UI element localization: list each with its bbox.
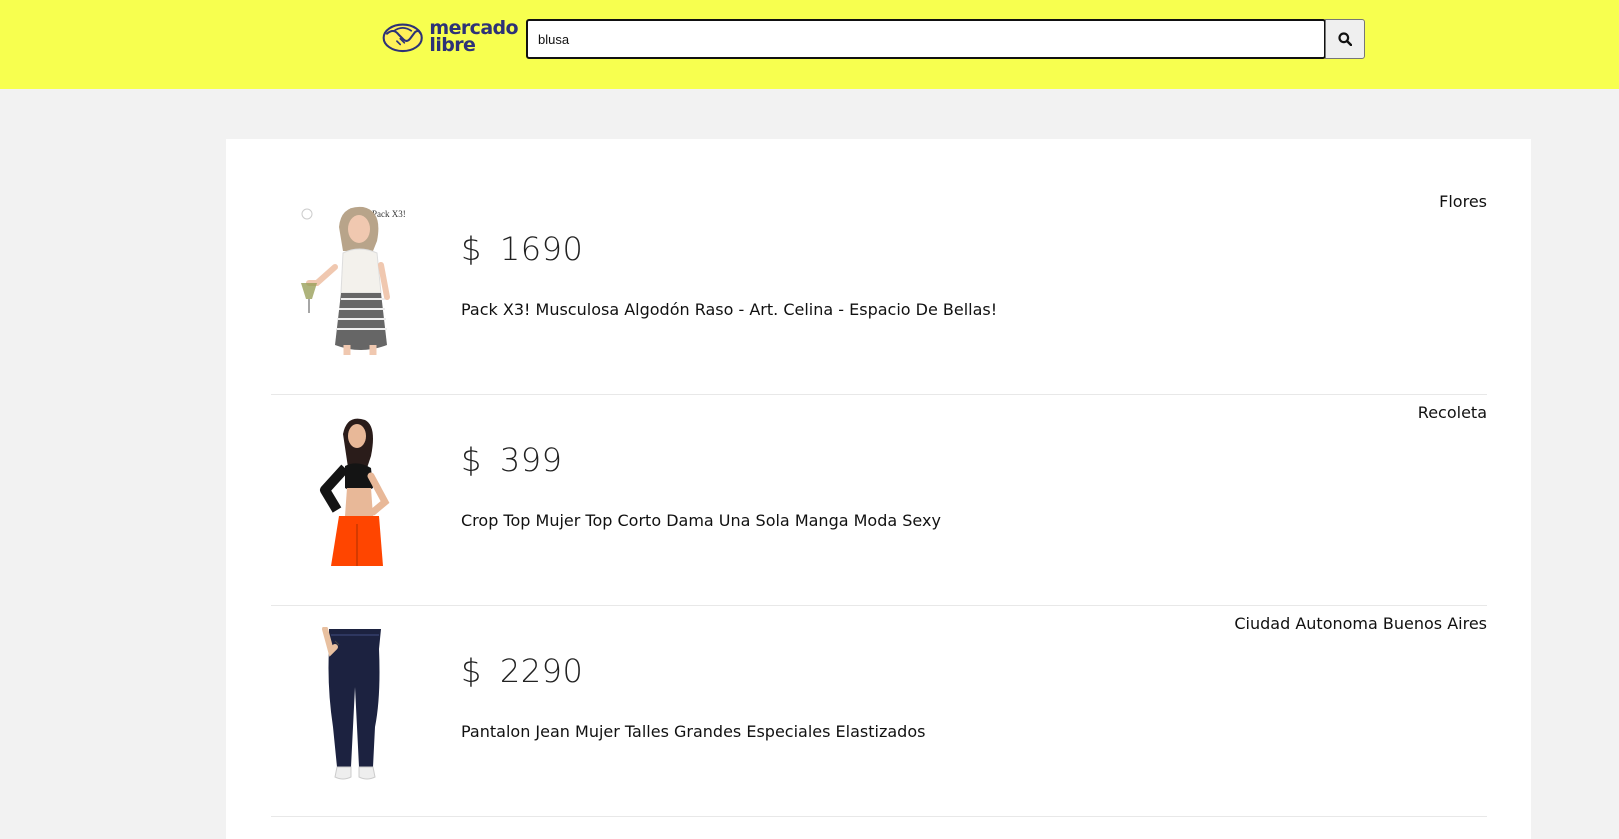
search-bar [526,19,1366,59]
logo-line-2: libre [429,34,476,56]
product-title[interactable]: Pack X3! Musculosa Algodón Raso - Art. C… [461,300,997,319]
product-photo-crop-top [295,416,411,571]
price-value: 399 [499,441,563,479]
product-price: $2290 [461,652,583,690]
price-value: 2290 [499,652,584,690]
product-location: Ciudad Autonoma Buenos Aires [1234,614,1487,633]
product-title[interactable]: Pantalon Jean Mujer Talles Grandes Espec… [461,722,925,741]
product-price: $1690 [461,230,583,268]
product-image[interactable] [295,626,411,782]
handshake-logo-icon [382,23,423,53]
logo-text: mercado libre [429,19,518,56]
search-input[interactable] [526,19,1326,59]
results-list: Pack X3! $1690 Pack X3! Musculosa Algodó… [226,139,1531,839]
price-currency: $ [461,441,482,479]
product-photo-jeans [295,626,411,782]
price-currency: $ [461,230,482,268]
search-button[interactable] [1325,19,1365,59]
product-location: Recoleta [1417,403,1487,422]
product-price: $399 [461,441,562,479]
top-header: mercado libre [0,0,1619,89]
result-item[interactable]: Pack X3! $1690 Pack X3! Musculosa Algodó… [271,184,1487,395]
result-item[interactable]: $399 Crop Top Mujer Top Corto Dama Una S… [271,395,1487,606]
product-image[interactable] [295,416,411,571]
product-title[interactable]: Crop Top Mujer Top Corto Dama Una Sola M… [461,511,941,530]
image-overlay-text: Pack X3! [372,209,406,219]
product-photo-tank-top: Pack X3! [295,205,411,360]
price-currency: $ [461,652,482,690]
price-value: 1690 [499,230,584,268]
result-item[interactable]: $2290 Pantalon Jean Mujer Talles Grandes… [271,606,1487,817]
mercado-libre-logo[interactable]: mercado libre [382,16,519,58]
product-location: Flores [1439,192,1487,211]
search-icon [1338,32,1352,46]
product-image[interactable]: Pack X3! [295,205,411,360]
